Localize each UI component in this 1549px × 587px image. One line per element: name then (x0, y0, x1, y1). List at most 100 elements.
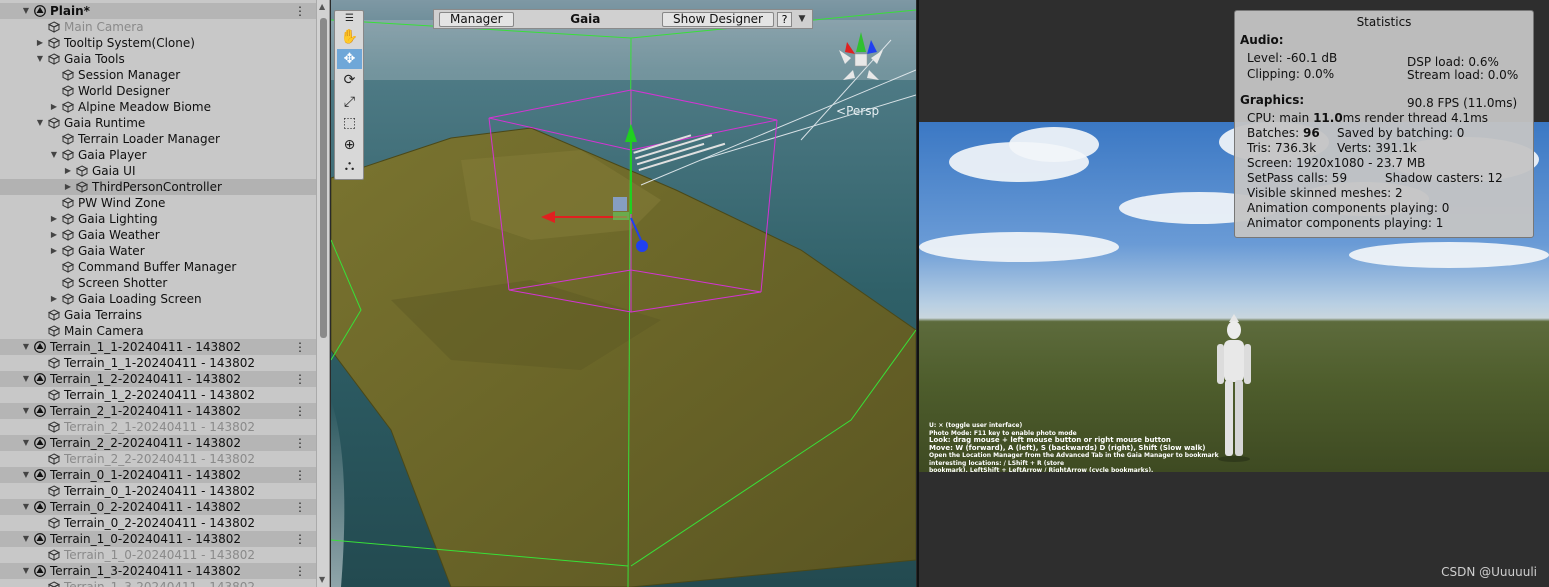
scene-view[interactable]: ☰ ✋ ✥ ⟳ ⤢ ⬚ ⊕ ⛬ Manager Gaia Show Designer ? ▼ … (331, 0, 916, 587)
cpu-suffix: ms render thread 4.1ms (1342, 111, 1489, 125)
hierarchy-item[interactable]: Screen Shotter (0, 275, 316, 291)
expand-right-icon[interactable]: ▶ (49, 211, 59, 227)
scene-menu-icon[interactable]: ⋮ (294, 563, 306, 579)
hierarchy-scene-row[interactable]: ▼ Terrain_1_3-20240411 - 143802 ⋮ (0, 563, 316, 579)
dsp-load: DSP load: 0.6% (1407, 55, 1499, 69)
custom-tool-icon[interactable]: ⛬ (337, 156, 362, 176)
hierarchy-scene-row[interactable]: ▼ Terrain_1_1-20240411 - 143802 ⋮ (0, 339, 316, 355)
expand-right-icon[interactable]: ▶ (49, 227, 59, 243)
hierarchy-scrollbar[interactable]: ▲ ▼ (316, 0, 329, 587)
hierarchy-item-label: Gaia Player (78, 148, 147, 162)
hierarchy-item[interactable]: ▶ Gaia Water (0, 243, 316, 259)
scene-menu-icon[interactable]: ⋮ (294, 467, 306, 483)
hierarchy-item[interactable]: World Designer (0, 83, 316, 99)
rotate-icon[interactable]: ⟳ (337, 70, 362, 90)
hierarchy-item[interactable]: ▶ Gaia Lighting (0, 211, 316, 227)
help-icon[interactable]: ? (777, 11, 792, 27)
audio-level: Level: -60.1 dB (1247, 51, 1338, 65)
persp-label[interactable]: <Persp (836, 104, 879, 118)
scene-menu-icon[interactable]: ⋮ (294, 435, 306, 451)
expand-down-icon[interactable]: ▼ (21, 531, 31, 547)
scene-menu-icon[interactable]: ⋮ (294, 3, 306, 19)
hierarchy-item[interactable]: Command Buffer Manager (0, 259, 316, 275)
hierarchy-scene-row[interactable]: ▼ Terrain_0_1-20240411 - 143802 ⋮ (0, 467, 316, 483)
hierarchy-item-label: Terrain_1_3-20240411 - 143802 (50, 564, 242, 578)
expand-right-icon[interactable]: ▶ (63, 163, 73, 179)
expand-right-icon[interactable]: ▶ (49, 99, 59, 115)
hierarchy-item[interactable]: ▼ Gaia Runtime (0, 115, 316, 131)
hierarchy-item[interactable]: Terrain_2_2-20240411 - 143802 (0, 451, 316, 467)
scene-menu-icon[interactable]: ⋮ (294, 339, 306, 355)
z-axis-handle[interactable] (636, 240, 648, 252)
hierarchy-item[interactable]: Terrain_0_2-20240411 - 143802 (0, 515, 316, 531)
expand-down-icon[interactable]: ▼ (21, 403, 31, 419)
expand-down-icon[interactable]: ▼ (21, 3, 31, 19)
hierarchy-item[interactable]: Main Camera (0, 19, 316, 35)
hierarchy-item[interactable]: ▶ ThirdPersonController (0, 179, 316, 195)
hierarchy-scene-row[interactable]: ▼ Terrain_2_1-20240411 - 143802 ⋮ (0, 403, 316, 419)
hierarchy-item[interactable]: Terrain_1_0-20240411 - 143802 (0, 547, 316, 563)
xz-plane-handle[interactable] (613, 212, 629, 220)
expand-right-icon[interactable]: ▶ (49, 243, 59, 259)
expand-down-icon[interactable]: ▼ (21, 499, 31, 515)
scene-viewport[interactable] (331, 0, 916, 587)
hierarchy-item[interactable]: Terrain Loader Manager (0, 131, 316, 147)
hierarchy-item[interactable]: Terrain_1_1-20240411 - 143802 (0, 355, 316, 371)
shadow-casters: Shadow casters: 12 (1385, 171, 1503, 185)
palette-handle-icon[interactable]: ☰ (337, 13, 362, 24)
tris-readout: Tris: 736.3k (1247, 141, 1317, 155)
expand-down-icon[interactable]: ▼ (35, 51, 45, 67)
hierarchy-item-label: Main Camera (64, 20, 144, 34)
scene-menu-icon[interactable]: ⋮ (294, 531, 306, 547)
unity-scene-icon (34, 405, 46, 417)
hierarchy-scene-row[interactable]: ▼ Terrain_0_2-20240411 - 143802 ⋮ (0, 499, 316, 515)
hierarchy-scene-row[interactable]: ▼ Plain* ⋮ (0, 3, 316, 19)
xy-plane-handle[interactable] (613, 197, 627, 211)
hierarchy-item[interactable]: ▶ Gaia Loading Screen (0, 291, 316, 307)
scene-menu-icon[interactable]: ⋮ (294, 499, 306, 515)
hierarchy-scene-row[interactable]: ▼ Terrain_1_0-20240411 - 143802 ⋮ (0, 531, 316, 547)
expand-down-icon[interactable]: ▼ (21, 563, 31, 579)
hierarchy-item[interactable]: ▼ Gaia Player (0, 147, 316, 163)
hierarchy-item[interactable]: Session Manager (0, 67, 316, 83)
scale-icon[interactable]: ⤢ (337, 92, 362, 112)
hierarchy-item[interactable]: ▶ Tooltip System(Clone) (0, 35, 316, 51)
hierarchy-item-label: Gaia Runtime (64, 116, 146, 130)
scroll-down-icon[interactable]: ▼ (319, 575, 325, 584)
expand-down-icon[interactable]: ▼ (35, 115, 45, 131)
expand-right-icon[interactable]: ▶ (63, 179, 73, 195)
expand-down-icon[interactable]: ▼ (49, 147, 59, 163)
hierarchy-scene-row[interactable]: ▼ Terrain_1_2-20240411 - 143802 ⋮ (0, 371, 316, 387)
expand-down-icon[interactable]: ▼ (21, 339, 31, 355)
hierarchy-item[interactable]: Terrain_0_1-20240411 - 143802 (0, 483, 316, 499)
expand-down-icon[interactable]: ▼ (21, 371, 31, 387)
hierarchy-item[interactable]: Terrain_1_2-20240411 - 143802 (0, 387, 316, 403)
hierarchy-item[interactable]: ▶ Gaia Weather (0, 227, 316, 243)
scene-menu-icon[interactable]: ⋮ (294, 403, 306, 419)
expand-down-icon[interactable]: ▼ (21, 467, 31, 483)
transform-icon[interactable]: ⊕ (337, 135, 362, 155)
hierarchy-item[interactable]: Gaia Terrains (0, 307, 316, 323)
stream-load: Stream load: 0.0% (1407, 68, 1519, 82)
hierarchy-item[interactable]: ▶ Gaia UI (0, 163, 316, 179)
expand-right-icon[interactable]: ▶ (35, 35, 45, 51)
show-designer-button[interactable]: Show Designer (662, 11, 774, 27)
hierarchy-item[interactable]: ▼ Gaia Tools (0, 51, 316, 67)
hierarchy-item[interactable]: Terrain_1_3-20240411 - 143802 (0, 579, 316, 587)
chevron-down-icon[interactable]: ▼ (794, 12, 810, 27)
move-icon[interactable]: ✥ (337, 48, 362, 69)
hierarchy-scene-row[interactable]: ▼ Terrain_2_2-20240411 - 143802 ⋮ (0, 435, 316, 451)
expand-down-icon[interactable]: ▼ (21, 435, 31, 451)
hierarchy-item[interactable]: Terrain_2_1-20240411 - 143802 (0, 419, 316, 435)
hierarchy-item[interactable]: ▶ Alpine Meadow Biome (0, 99, 316, 115)
manager-button[interactable]: Manager (439, 11, 514, 27)
controls-help-line: U: × (toggle user interface) (929, 422, 1023, 429)
hierarchy-item[interactable]: Main Camera (0, 323, 316, 339)
hierarchy-scrollbar-thumb[interactable] (320, 18, 327, 338)
hand-icon[interactable]: ✋ (337, 27, 362, 47)
scroll-up-icon[interactable]: ▲ (319, 2, 325, 11)
scene-menu-icon[interactable]: ⋮ (294, 371, 306, 387)
hierarchy-item[interactable]: PW Wind Zone (0, 195, 316, 211)
rect-icon[interactable]: ⬚ (337, 113, 362, 133)
expand-right-icon[interactable]: ▶ (49, 291, 59, 307)
